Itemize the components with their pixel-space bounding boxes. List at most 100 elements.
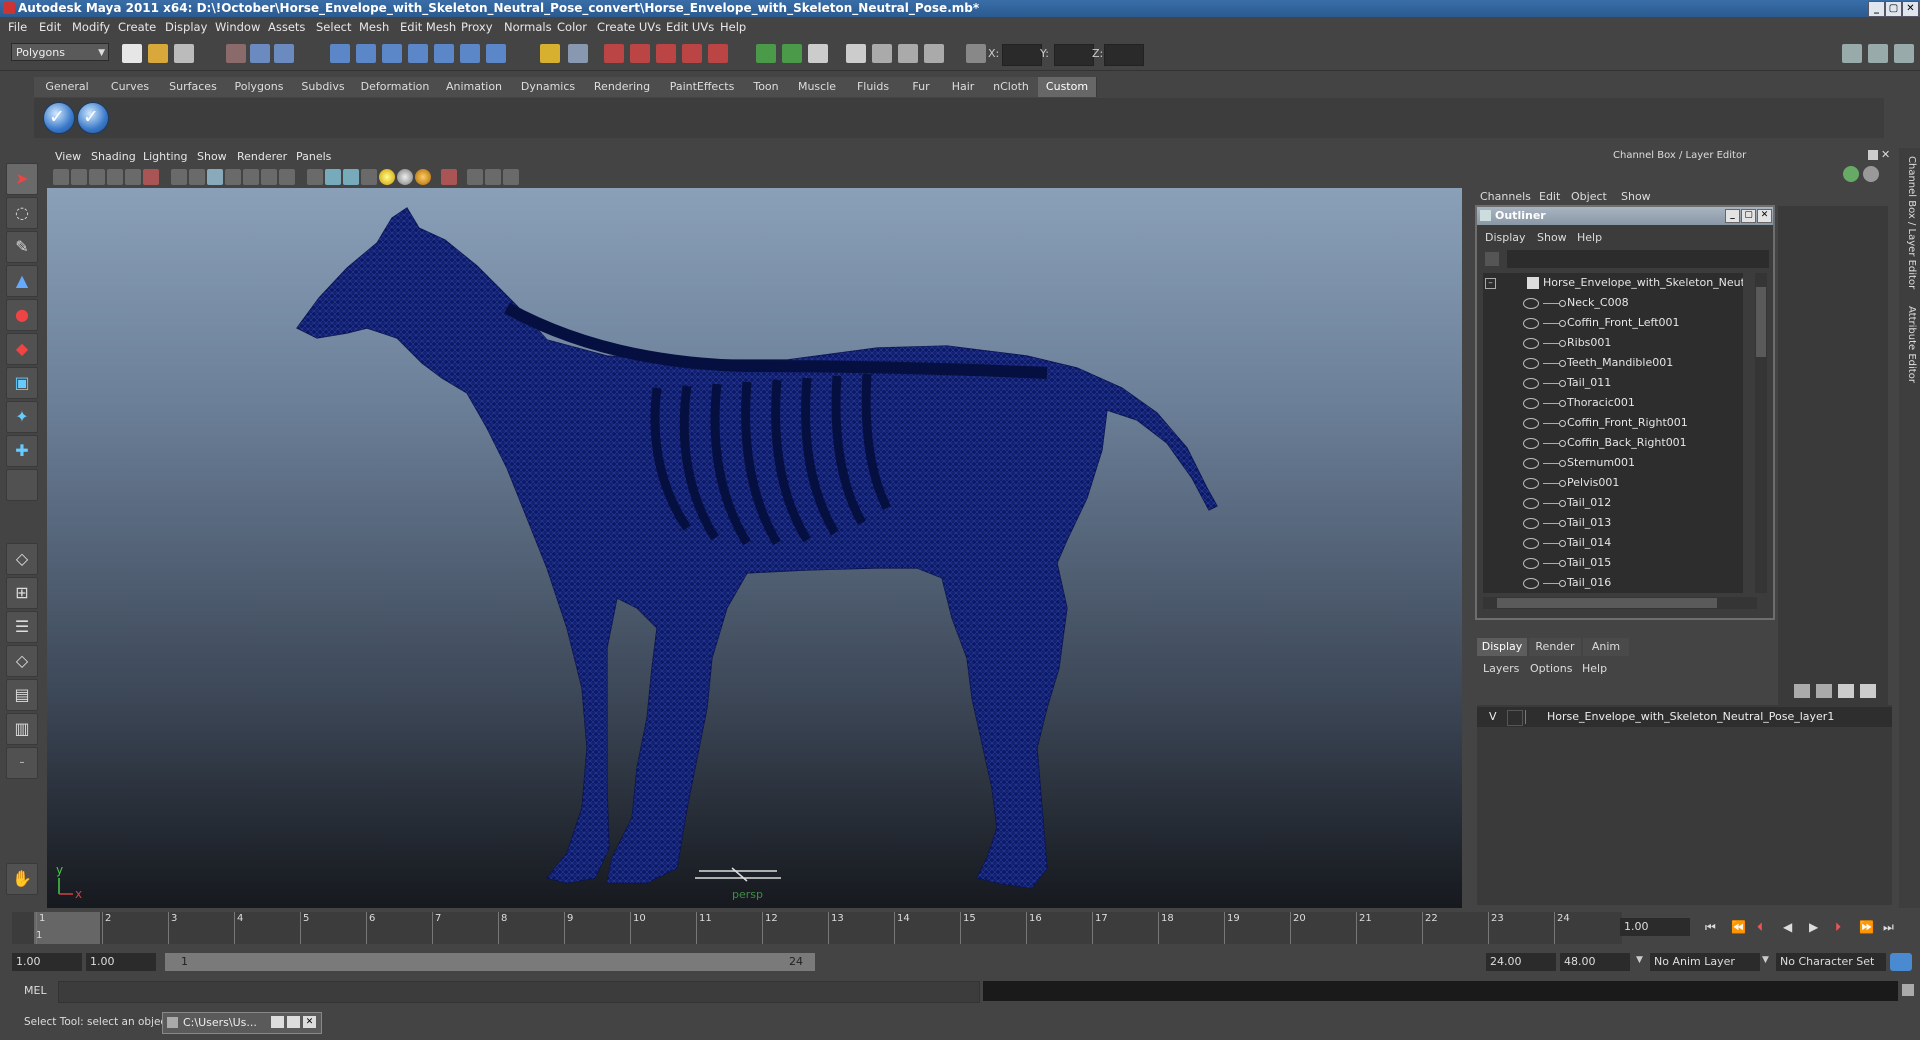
collapse-icon[interactable]: – bbox=[1485, 278, 1496, 289]
move-layer-up-icon[interactable] bbox=[1794, 684, 1810, 698]
menu-modify[interactable]: Modify bbox=[72, 17, 110, 37]
outliner-maximize-button[interactable]: ▢ bbox=[1741, 209, 1756, 223]
animation-preferences-icon[interactable] bbox=[1890, 953, 1912, 971]
hypershade-layout-icon[interactable]: ▤ bbox=[6, 679, 38, 711]
minimize-button[interactable]: _ bbox=[1868, 1, 1885, 17]
layer-type-toggle[interactable] bbox=[1507, 710, 1523, 726]
smooth-shade-icon[interactable] bbox=[325, 169, 341, 185]
list-item[interactable]: Pelvis001 bbox=[1483, 473, 1743, 493]
custom-check-button-1[interactable]: ✓ bbox=[43, 102, 75, 134]
tab-dynamics[interactable]: Dynamics bbox=[512, 77, 585, 97]
menu-mesh[interactable]: Mesh bbox=[359, 17, 389, 37]
history-icon[interactable] bbox=[460, 44, 480, 63]
viewport-menu-lighting[interactable]: Lighting bbox=[143, 148, 187, 166]
toggle-attribute-editor-icon[interactable] bbox=[1842, 44, 1862, 63]
new-layer-icon[interactable] bbox=[1838, 684, 1854, 698]
select-tool-icon[interactable]: ➤ bbox=[6, 163, 38, 195]
tab-fur[interactable]: Fur bbox=[900, 77, 943, 97]
field-chart-icon[interactable] bbox=[243, 169, 259, 185]
list-item[interactable]: Coffin_Front_Left001 bbox=[1483, 313, 1743, 333]
camera-icon[interactable] bbox=[846, 44, 866, 63]
list-item[interactable]: Coffin_Back_Right001 bbox=[1483, 433, 1743, 453]
viewport-menu-view[interactable]: View bbox=[55, 148, 81, 166]
list-item[interactable]: Tail_012 bbox=[1483, 493, 1743, 513]
menu-edit-mesh[interactable]: Edit Mesh bbox=[400, 17, 456, 37]
step-forward-frame-icon[interactable]: ⏵ bbox=[1835, 920, 1841, 935]
hypershade-icon[interactable] bbox=[682, 44, 702, 63]
outliner-menu-show[interactable]: Show bbox=[1537, 231, 1567, 244]
list-item[interactable]: Coffin_Front_Right001 bbox=[1483, 413, 1743, 433]
time-slider[interactable]: 1 1 2 3 4 5 6 7 8 9 10 11 12 13 14 15 16 17 18 19 20 21 22 23 2… bbox=[12, 912, 1622, 944]
snap-surface-icon[interactable] bbox=[434, 44, 454, 63]
close-panel-icon[interactable]: ✕ bbox=[1881, 148, 1890, 161]
paint-select-tool-icon[interactable]: ✎ bbox=[6, 231, 38, 263]
go-to-start-icon[interactable]: ⏮ bbox=[1705, 920, 1716, 935]
viewport-menu-panels[interactable]: Panels bbox=[296, 148, 331, 166]
render-view-icon[interactable] bbox=[708, 44, 728, 63]
xray-joints-icon[interactable] bbox=[485, 169, 501, 185]
z-field[interactable] bbox=[1104, 44, 1144, 66]
layer-menu-layers[interactable]: Layers bbox=[1483, 662, 1519, 675]
current-frame-field[interactable]: 1.00 bbox=[1620, 918, 1690, 936]
tab-ncloth[interactable]: nCloth bbox=[984, 77, 1039, 97]
safe-action-icon[interactable] bbox=[261, 169, 277, 185]
clipboard-icon[interactable] bbox=[808, 44, 828, 63]
step-back-key-icon[interactable]: ⏪ bbox=[1731, 920, 1746, 934]
attribute-icon[interactable] bbox=[898, 44, 918, 63]
script-editor-icon[interactable] bbox=[1902, 984, 1914, 996]
view-transform-icon[interactable] bbox=[143, 169, 159, 185]
channel-box-mode-icon[interactable] bbox=[1843, 166, 1859, 182]
wireframe-icon[interactable] bbox=[307, 169, 323, 185]
task-maximize-icon[interactable] bbox=[287, 1016, 300, 1028]
help-question-icon[interactable] bbox=[486, 44, 506, 63]
side-tab-channel-box[interactable]: Channel Box / Layer Editor bbox=[1901, 156, 1917, 289]
layer-menu-options[interactable]: Options bbox=[1530, 662, 1572, 675]
tab-general[interactable]: General bbox=[34, 77, 101, 97]
toggle-channel-box-icon[interactable] bbox=[1894, 44, 1914, 63]
channel-menu-channels[interactable]: Channels bbox=[1480, 190, 1531, 203]
outliner-layout-icon[interactable]: ☰ bbox=[6, 611, 38, 643]
tab-rendering[interactable]: Rendering bbox=[584, 77, 661, 97]
layer-tab-anim[interactable]: Anim bbox=[1583, 638, 1629, 656]
anim-layer-selector[interactable]: No Anim Layer bbox=[1650, 953, 1760, 971]
channel-menu-edit[interactable]: Edit bbox=[1539, 190, 1560, 203]
tab-painteffects[interactable]: PaintEffects bbox=[660, 77, 745, 97]
list-item[interactable]: Neck_C008 bbox=[1483, 293, 1743, 313]
move-tool-icon[interactable]: ▲ bbox=[6, 265, 38, 297]
perspective-viewport[interactable]: y x persp bbox=[47, 188, 1462, 908]
list-item[interactable]: Ribs001 bbox=[1483, 333, 1743, 353]
lock-icon[interactable] bbox=[540, 44, 560, 63]
tab-hair[interactable]: Hair bbox=[942, 77, 985, 97]
grid-icon[interactable] bbox=[171, 169, 187, 185]
move-layer-down-icon[interactable] bbox=[1816, 684, 1832, 698]
script-language-label[interactable]: MEL bbox=[24, 984, 47, 997]
save-scene-icon[interactable] bbox=[174, 44, 194, 63]
list-item[interactable]: Thoracic001 bbox=[1483, 393, 1743, 413]
dope-sheet-layout-icon[interactable]: ▥ bbox=[6, 713, 38, 745]
tool-settings-icon[interactable] bbox=[872, 44, 892, 63]
all-lights-icon[interactable] bbox=[397, 169, 413, 185]
layer-visibility-toggle[interactable]: V bbox=[1489, 707, 1497, 727]
step-forward-key-icon[interactable]: ⏩ bbox=[1859, 920, 1874, 934]
resolution-gate-icon[interactable] bbox=[207, 169, 223, 185]
single-pane-layout-icon[interactable]: ◇ bbox=[6, 543, 38, 575]
menu-edit-uvs[interactable]: Edit UVs bbox=[666, 17, 714, 37]
tab-deformation[interactable]: Deformation bbox=[354, 77, 437, 97]
playback-start-field[interactable]: 1.00 bbox=[86, 953, 156, 971]
outliner-vertical-scrollbar[interactable] bbox=[1755, 273, 1767, 593]
menu-window[interactable]: Window bbox=[215, 17, 260, 37]
y-field[interactable] bbox=[1054, 44, 1094, 66]
scrollbar-thumb[interactable] bbox=[1497, 598, 1717, 608]
open-scene-icon[interactable] bbox=[148, 44, 168, 63]
custom-check-button-2[interactable]: ✓ bbox=[77, 102, 109, 134]
share-icon[interactable] bbox=[503, 169, 519, 185]
select-camera-icon[interactable] bbox=[53, 169, 69, 185]
menu-file[interactable]: File bbox=[8, 17, 27, 37]
menu-select[interactable]: Select bbox=[316, 17, 351, 37]
step-back-frame-icon[interactable]: ⏴ bbox=[1757, 920, 1763, 935]
new-scene-icon[interactable] bbox=[122, 44, 142, 63]
xray-icon[interactable] bbox=[467, 169, 483, 185]
select-object-icon[interactable] bbox=[250, 44, 270, 63]
layer-row[interactable]: V Horse_Envelope_with_Skeleton_Neutral_P… bbox=[1477, 707, 1892, 727]
menu-edit[interactable]: Edit bbox=[39, 17, 61, 37]
